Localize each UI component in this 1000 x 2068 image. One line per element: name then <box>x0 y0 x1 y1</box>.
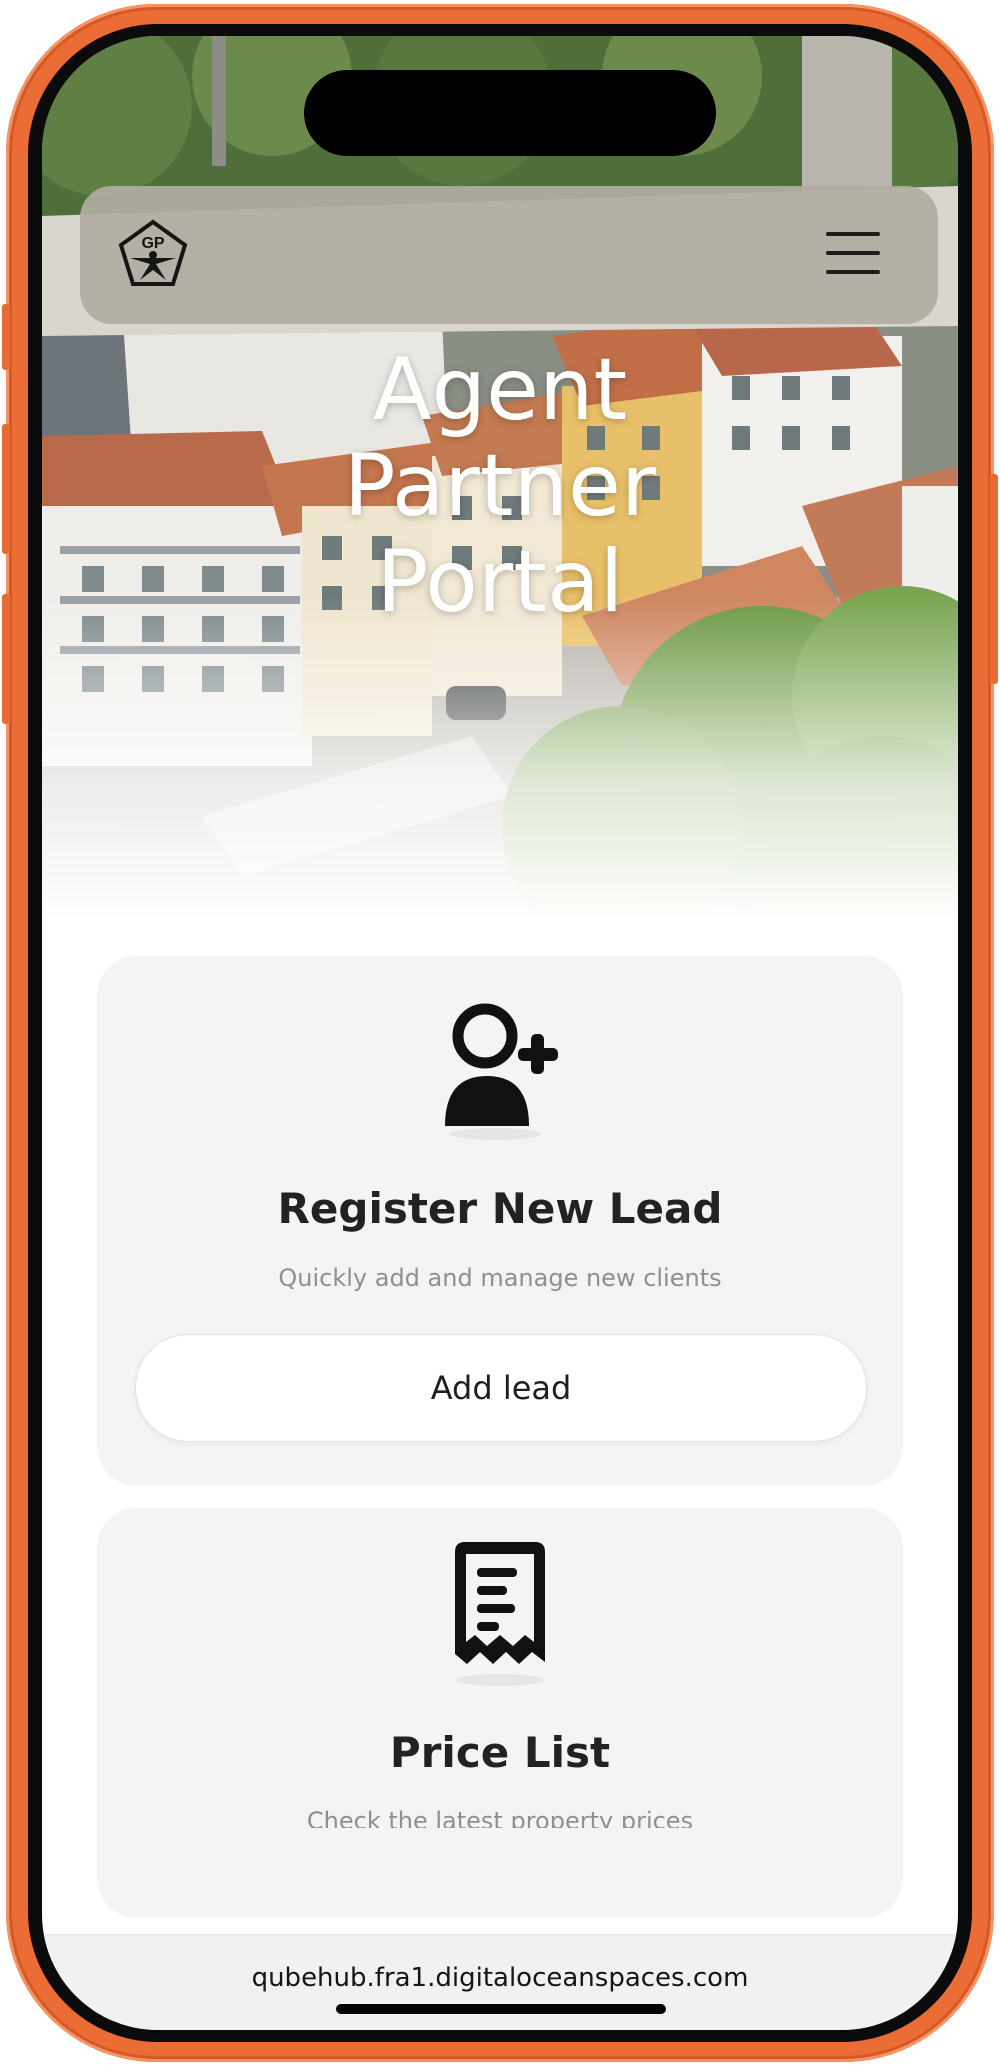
price-list-subtitle: Check the latest property prices <box>306 1807 694 1828</box>
add-user-icon <box>445 1003 558 1140</box>
add-lead-button[interactable]: Add lead <box>135 1334 867 1442</box>
phone-bezel: Agent Partner Portal GP Register New Lea… <box>28 24 972 2042</box>
hero-title-line-3: Portal <box>376 532 624 632</box>
register-lead-title: Register New Lead <box>277 1184 723 1233</box>
register-lead-subtitle: Quickly add and manage new clients <box>278 1264 722 1292</box>
gp-logo-icon[interactable]: GP <box>116 218 190 292</box>
side-button-action <box>2 304 10 370</box>
register-lead-card: Register New Lead Quickly add and manage… <box>97 956 903 1486</box>
top-navbar: GP <box>80 186 938 324</box>
home-indicator[interactable] <box>336 2004 666 2014</box>
hero-image: Agent Partner Portal <box>42 36 958 916</box>
price-list-card: Price List Check the latest property pri… <box>97 1508 903 1918</box>
side-button-power <box>990 474 998 684</box>
price-list-title: Price List <box>389 1728 611 1777</box>
hamburger-menu-icon[interactable] <box>822 222 884 284</box>
hero-title: Agent Partner Portal <box>42 342 958 630</box>
hero-title-line-1: Agent <box>372 340 628 440</box>
phone-screen: Agent Partner Portal GP Register New Lea… <box>42 36 958 2030</box>
url-text[interactable]: qubehub.fra1.digitaloceanspaces.com <box>42 1963 958 1993</box>
receipt-document-icon <box>455 1542 545 1686</box>
side-button-volume-down <box>2 594 10 724</box>
side-button-volume-up <box>2 424 10 554</box>
hero-fade-overlay <box>42 596 958 916</box>
phone-frame: Agent Partner Portal GP Register New Lea… <box>2 4 998 2062</box>
hero-title-line-2: Partner <box>343 436 657 536</box>
dynamic-island <box>304 70 716 156</box>
logo-text: GP <box>141 235 164 252</box>
browser-url-bar[interactable]: qubehub.fra1.digitaloceanspaces.com <box>42 1934 958 2030</box>
